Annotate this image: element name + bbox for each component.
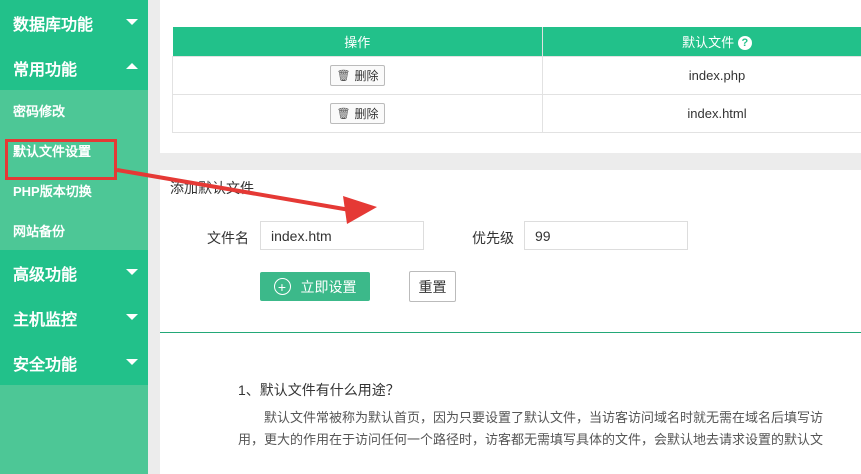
chevron-down-icon xyxy=(126,359,138,365)
sidebar-category-monitor[interactable]: 主机监控 xyxy=(0,295,148,340)
sidebar-category-label: 高级功能 xyxy=(13,266,78,284)
chevron-down-icon xyxy=(126,269,138,275)
table-cell-file: index.html xyxy=(542,93,861,133)
filename-label: 文件名 xyxy=(207,230,249,246)
sidebar-category-label: 主机监控 xyxy=(13,311,78,329)
sidebar-category-label: 安全功能 xyxy=(13,356,78,374)
button-label: 立即设置 xyxy=(300,278,357,295)
main-content: 操作 默认文件 ? 🗑 删除 index.php 🗑 删除 index.html… xyxy=(160,0,861,474)
delete-label: 删除 xyxy=(354,106,379,121)
faq-answer-line2: 用，更大的作用在于访问任何一个路径时，访客都无需填写具体的文件，会默认地去请求设… xyxy=(238,432,824,447)
trash-icon: 🗑 xyxy=(336,107,351,120)
chevron-down-icon xyxy=(126,19,138,25)
sidebar-category-advanced[interactable]: 高级功能 xyxy=(0,250,148,295)
faq-answer-line1: 默认文件常被称为默认首页，因为只要设置了默认文件，当访客访问域名时就无需在域名后… xyxy=(264,410,824,425)
divider xyxy=(160,332,861,333)
add-default-file-card: 添加默认文件 文件名 优先级 + 立即设置 重置 1、默认文件有什么用途？ 默认… xyxy=(160,170,861,474)
sidebar-item-label: 密码修改 xyxy=(13,103,66,119)
sidebar-item-password[interactable]: 密码修改 xyxy=(0,90,148,130)
sidebar-category-label: 数据库功能 xyxy=(13,16,94,34)
help-icon[interactable]: ? xyxy=(737,36,752,51)
section-title: 添加默认文件 xyxy=(170,180,254,196)
column-header-operation: 操作 xyxy=(172,27,543,56)
sidebar-category-security[interactable]: 安全功能 xyxy=(0,340,148,385)
priority-input[interactable] xyxy=(524,221,688,250)
table-cell-action: 🗑 删除 xyxy=(172,93,543,133)
header-label: 操作 xyxy=(344,34,371,50)
sidebar-category-common[interactable]: 常用功能 xyxy=(0,45,148,90)
chevron-up-icon xyxy=(126,63,138,69)
table-cell-file: index.php xyxy=(542,55,861,95)
default-files-card: 操作 默认文件 ? 🗑 删除 index.php 🗑 删除 index.html xyxy=(160,0,861,153)
sidebar-item-label: 网站备份 xyxy=(13,223,66,239)
table-cell-action: 🗑 删除 xyxy=(172,55,543,95)
highlight-box xyxy=(5,139,117,180)
sidebar-category-database[interactable]: 数据库功能 xyxy=(0,0,148,45)
filename-input[interactable] xyxy=(260,221,424,250)
apply-settings-button[interactable]: + 立即设置 xyxy=(260,272,370,301)
column-header-default-file: 默认文件 ? xyxy=(542,27,861,56)
header-label: 默认文件 xyxy=(682,34,735,50)
priority-label: 优先级 xyxy=(472,230,514,246)
sidebar-item-backup[interactable]: 网站备份 xyxy=(0,210,148,250)
table-row: 🗑 删除 index.php xyxy=(172,55,861,95)
default-files-table: 操作 默认文件 ? 🗑 删除 index.php 🗑 删除 index.html xyxy=(172,27,861,133)
table-row: 🗑 删除 index.html xyxy=(172,93,861,133)
sidebar-item-label: PHP版本切换 xyxy=(13,183,92,199)
reset-button[interactable]: 重置 xyxy=(409,271,456,302)
chevron-down-icon xyxy=(126,314,138,320)
plus-circle-icon: + xyxy=(273,278,291,295)
sidebar: 数据库功能 常用功能 密码修改 默认文件设置 PHP版本切换 网站备份 高级功能… xyxy=(0,0,148,474)
faq-question: 1、默认文件有什么用途？ xyxy=(238,382,400,398)
delete-button[interactable]: 🗑 删除 xyxy=(329,64,386,86)
trash-icon: 🗑 xyxy=(336,69,351,82)
sidebar-category-label: 常用功能 xyxy=(13,61,78,79)
delete-label: 删除 xyxy=(354,68,379,83)
delete-button[interactable]: 🗑 删除 xyxy=(329,102,386,124)
